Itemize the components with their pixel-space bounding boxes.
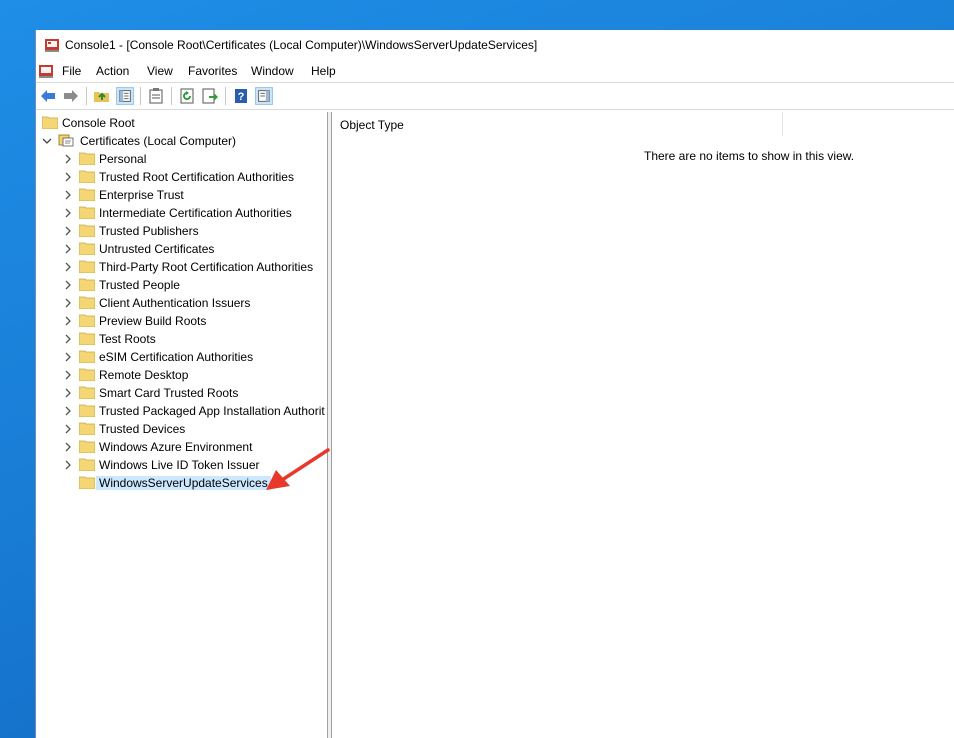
properties-icon[interactable]	[147, 87, 165, 105]
export-list-icon[interactable]	[201, 87, 219, 105]
folder-icon	[79, 152, 95, 165]
folder-icon	[79, 188, 95, 201]
chevron-right-icon[interactable]	[63, 261, 73, 273]
folder-icon	[79, 206, 95, 219]
chevron-right-icon[interactable]	[63, 279, 73, 291]
tree-item-label: eSIM Certification Authorities	[99, 350, 254, 364]
tree-item-label: Preview Build Roots	[99, 314, 207, 328]
chevron-right-icon[interactable]	[63, 351, 73, 363]
tree-item-label: Client Authentication Issuers	[99, 296, 251, 310]
tree-item-label: WindowsServerUpdateServices	[96, 476, 271, 490]
tree-item-label: Third-Party Root Certification Authoriti…	[99, 260, 314, 274]
chevron-right-icon[interactable]	[63, 171, 73, 183]
menu-action[interactable]: Action	[96, 64, 129, 78]
title-bar[interactable]: Console1 - [Console Root\Certificates (L…	[36, 30, 954, 60]
folder-icon	[79, 386, 95, 399]
folder-icon	[79, 458, 95, 471]
chevron-right-icon[interactable]	[63, 225, 73, 237]
chevron-right-icon[interactable]	[63, 243, 73, 255]
tree-item-label: Certificates (Local Computer)	[80, 134, 237, 148]
tree-item-label: Trusted Root Certification Authorities	[99, 170, 294, 184]
tree-item-label: Console Root	[62, 116, 135, 130]
folder-icon	[79, 242, 95, 255]
folder-icon	[79, 350, 95, 363]
menu-help[interactable]: Help	[311, 64, 336, 78]
toolbar-separator	[225, 87, 226, 105]
toolbar-separator	[86, 87, 87, 105]
svg-text:?: ?	[238, 91, 245, 103]
tree-item-label: Test Roots	[99, 332, 156, 346]
chevron-right-icon[interactable]	[63, 297, 73, 309]
chevron-right-icon[interactable]	[63, 333, 73, 345]
mmc-window: Console1 - [Console Root\Certificates (L…	[35, 30, 954, 738]
chevron-right-icon[interactable]	[63, 423, 73, 435]
chevron-right-icon[interactable]	[63, 315, 73, 327]
menu-window[interactable]: Window	[251, 64, 294, 78]
menu-favorites[interactable]: Favorites	[188, 64, 237, 78]
chevron-right-icon[interactable]	[63, 369, 73, 381]
tree-item-label: Smart Card Trusted Roots	[99, 386, 239, 400]
folder-icon	[79, 440, 95, 453]
tree-item-label: Trusted Publishers	[99, 224, 199, 238]
menu-bar: File Action View Favorites Window Help	[36, 60, 954, 82]
folder-icon	[79, 476, 95, 489]
tree-item-label: Personal	[99, 152, 147, 166]
chevron-right-icon[interactable]	[63, 207, 73, 219]
chevron-right-icon[interactable]	[63, 441, 73, 453]
window-title: Console1 - [Console Root\Certificates (L…	[65, 38, 538, 52]
results-pane[interactable]: Object Type There are no items to show i…	[331, 112, 954, 738]
system-menu-icon[interactable]	[38, 63, 54, 79]
up-folder-icon[interactable]	[93, 87, 111, 105]
tree-item-label: Enterprise Trust	[99, 188, 184, 202]
folder-icon	[79, 296, 95, 309]
show-hide-action-pane-icon[interactable]	[255, 87, 273, 105]
chevron-right-icon[interactable]	[63, 387, 73, 399]
red-arrow-annotation-icon	[266, 448, 330, 490]
folder-icon	[79, 224, 95, 237]
certificate-store-icon	[58, 134, 74, 147]
chevron-right-icon[interactable]	[63, 405, 73, 417]
folder-icon	[79, 278, 95, 291]
folder-icon	[79, 260, 95, 273]
folder-icon	[79, 422, 95, 435]
tree-item-label: Trusted Devices	[99, 422, 186, 436]
column-header-object-type[interactable]: Object Type	[332, 112, 783, 136]
empty-list-message: There are no items to show in this view.	[644, 149, 855, 163]
menu-view[interactable]: View	[147, 64, 173, 78]
refresh-icon[interactable]	[178, 87, 196, 105]
console-tree[interactable]: Console Root Certificates (Local Compute…	[36, 112, 328, 738]
tree-item-label: Remote Desktop	[99, 368, 189, 382]
tree-item-label: Windows Azure Environment	[99, 440, 253, 454]
tree-item-label: Windows Live ID Token Issuer	[99, 458, 260, 472]
folder-icon	[79, 332, 95, 345]
chevron-right-icon[interactable]	[63, 459, 73, 471]
chevron-down-icon[interactable]	[42, 135, 52, 147]
toolbar-separator	[171, 87, 172, 105]
tree-item-label: Intermediate Certification Authorities	[99, 206, 292, 220]
show-hide-tree-icon[interactable]	[116, 87, 134, 105]
chevron-right-icon[interactable]	[63, 189, 73, 201]
folder-icon	[79, 314, 95, 327]
back-arrow-icon[interactable]	[39, 87, 57, 105]
chevron-right-icon[interactable]	[63, 153, 73, 165]
tree-item-label: Trusted People	[99, 278, 180, 292]
folder-icon	[79, 368, 95, 381]
mmc-console-icon	[45, 39, 59, 52]
folder-icon	[79, 170, 95, 183]
toolbar: ?	[36, 82, 954, 110]
forward-arrow-icon[interactable]	[62, 87, 80, 105]
toolbar-separator	[140, 87, 141, 105]
tree-item-label: Trusted Packaged App Installation Author…	[99, 404, 325, 418]
column-header-label: Object Type	[340, 118, 404, 132]
menu-file[interactable]: File	[62, 64, 81, 78]
help-icon[interactable]: ?	[232, 87, 250, 105]
folder-icon	[42, 116, 58, 129]
folder-icon	[79, 404, 95, 417]
tree-item-label: Untrusted Certificates	[99, 242, 215, 256]
